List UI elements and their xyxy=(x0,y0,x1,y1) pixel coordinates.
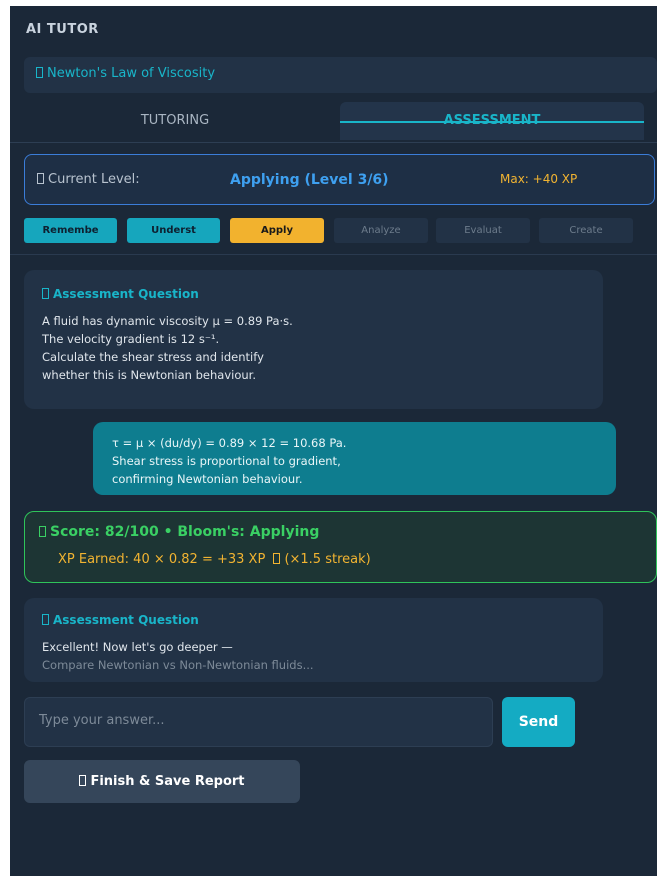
assessment-question-card: Assessment Question A fluid has dynamic … xyxy=(24,270,603,409)
book-icon xyxy=(36,67,43,78)
tabs-divider xyxy=(10,142,657,143)
active-tab-indicator xyxy=(340,121,644,123)
score-box: Score: 82/100 • Bloom's: Applying XP Ear… xyxy=(24,511,657,583)
tab-tutoring[interactable]: TUTORING xyxy=(10,102,340,140)
answer-line: confirming Newtonian behaviour. xyxy=(112,472,303,486)
user-answer-bubble: τ = μ × (du/dy) = 0.89 × 12 = 10.68 Pa. … xyxy=(93,422,616,495)
topic-label: Newton's Law of Viscosity xyxy=(36,66,215,81)
tab-assessment[interactable]: ASSESSMENT xyxy=(340,102,644,140)
current-level-label: Current Level: xyxy=(37,172,140,187)
bloom-level-apply[interactable]: Apply xyxy=(230,218,324,243)
current-level-box: Current Level: Applying (Level 3/6) Max:… xyxy=(24,154,655,205)
answer-input-placeholder: Type your answer... xyxy=(39,713,165,728)
answer-line: τ = μ × (du/dy) = 0.89 × 12 = 10.68 Pa. xyxy=(112,436,347,450)
app-title: AI TUTOR xyxy=(26,22,99,37)
question-title-text: Assessment Question xyxy=(53,613,199,627)
finish-button-label: Finish & Save Report xyxy=(90,774,245,789)
question-icon xyxy=(42,614,49,625)
question-line: Compare Newtonian vs Non-Newtonian fluid… xyxy=(42,658,314,672)
score-icon xyxy=(39,526,46,537)
answer-line: Shear stress is proportional to gradient… xyxy=(112,454,341,468)
score-text: Score: 82/100 • Bloom's: Applying xyxy=(50,524,320,540)
xp-earned-text: XP Earned: 40 × 0.82 = +33 XP xyxy=(58,552,266,567)
streak-text: (×1.5 streak) xyxy=(284,552,371,567)
tutor-panel: AI TUTOR Newton's Law of Viscosity TUTOR… xyxy=(10,6,657,876)
question-line: whether this is Newtonian behaviour. xyxy=(42,368,256,382)
bloom-level-create[interactable]: Create xyxy=(539,218,633,243)
report-icon xyxy=(79,775,87,786)
answer-body: τ = μ × (du/dy) = 0.89 × 12 = 10.68 Pa. … xyxy=(112,434,346,488)
send-button[interactable]: Send xyxy=(502,697,575,747)
streak-icon xyxy=(273,553,281,564)
question-body: Excellent! Now let's go deeper — Compare… xyxy=(42,638,314,674)
answer-input[interactable]: Type your answer... xyxy=(24,697,493,747)
current-level-value: Applying (Level 3/6) xyxy=(230,172,389,188)
question-icon xyxy=(42,288,49,299)
question-line: Excellent! Now let's go deeper — xyxy=(42,640,233,654)
topic-bar: Newton's Law of Viscosity xyxy=(24,57,657,93)
max-xp-label: Max: +40 XP xyxy=(500,172,578,186)
level-icon xyxy=(37,173,44,184)
question-title: Assessment Question xyxy=(42,287,199,301)
current-level-text: Current Level: xyxy=(48,172,140,187)
bloom-level-evaluate[interactable]: Evaluat xyxy=(436,218,530,243)
question-line: A fluid has dynamic viscosity μ = 0.89 P… xyxy=(42,314,293,328)
score-line: Score: 82/100 • Bloom's: Applying xyxy=(39,524,319,540)
topic-text: Newton's Law of Viscosity xyxy=(47,66,216,81)
question-title-text: Assessment Question xyxy=(53,287,199,301)
bloom-level-understand[interactable]: Underst xyxy=(127,218,220,243)
finish-save-report-button[interactable]: Finish & Save Report xyxy=(24,760,300,803)
question-line: Calculate the shear stress and identify xyxy=(42,350,264,364)
question-line: The velocity gradient is 12 s⁻¹. xyxy=(42,332,220,346)
bloom-level-remember[interactable]: Remembe xyxy=(24,218,117,243)
tab-tutoring-label: TUTORING xyxy=(140,113,210,128)
xp-earned-line: XP Earned: 40 × 0.82 = +33 XP (×1.5 stre… xyxy=(58,552,371,567)
assessment-question-card: Assessment Question Excellent! Now let's… xyxy=(24,598,603,682)
question-title: Assessment Question xyxy=(42,613,199,627)
question-body: A fluid has dynamic viscosity μ = 0.89 P… xyxy=(42,312,293,384)
bloom-level-analyze[interactable]: Analyze xyxy=(334,218,428,243)
section-divider xyxy=(10,254,657,255)
